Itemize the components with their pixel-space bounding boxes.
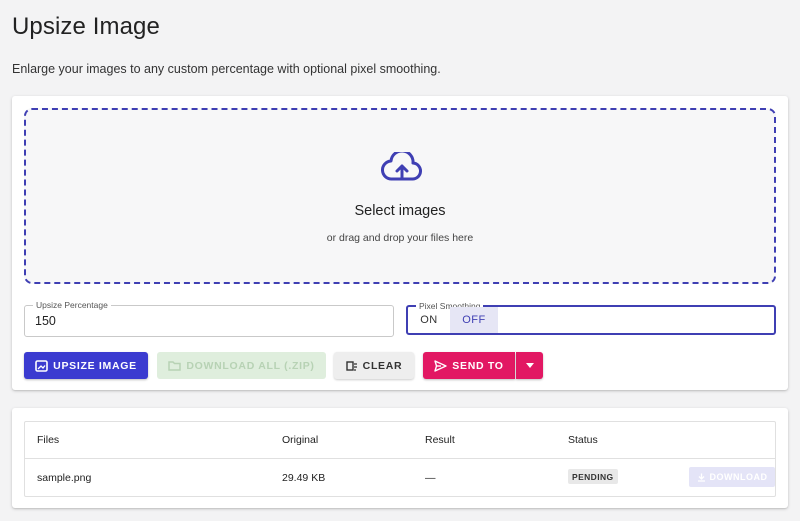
result-size: — [425, 472, 436, 484]
file-dropzone[interactable]: Select images or drag and drop your file… [24, 108, 776, 284]
files-card: Files Original Result Status sample.png … [12, 408, 788, 508]
cloud-upload-icon [381, 152, 423, 184]
download-label: DOWNLOAD [709, 472, 768, 482]
original-size: 29.49 KB [282, 472, 326, 484]
upsize-image-button[interactable]: UPSIZE IMAGE [24, 352, 148, 379]
upsize-percentage-field: Upsize Percentage [24, 299, 394, 337]
send-to-label: SEND TO [452, 359, 504, 372]
header-result: Result [425, 434, 455, 446]
clear-label: CLEAR [362, 359, 403, 372]
files-table: Files Original Result Status sample.png … [24, 421, 776, 497]
download-icon [697, 473, 706, 482]
folder-icon [168, 360, 182, 371]
clear-button[interactable]: CLEAR [334, 352, 414, 379]
header-original: Original [282, 434, 319, 446]
status-badge: PENDING [568, 469, 618, 484]
send-to-button[interactable]: SEND TO [423, 352, 515, 379]
download-all-button[interactable]: DOWNLOAD ALL (.ZIP) [157, 352, 326, 379]
smoothing-off-toggle[interactable]: OFF [450, 307, 498, 333]
caret-down-icon [525, 363, 534, 368]
send-to-dropdown-button[interactable] [516, 352, 543, 379]
dropzone-subtitle: or drag and drop your files here [326, 232, 474, 244]
table-header: Files Original Result Status [25, 422, 775, 459]
smoothing-on-toggle[interactable]: ON [408, 307, 450, 333]
upsize-percentage-input[interactable] [35, 314, 375, 328]
upsize-image-label: UPSIZE IMAGE [53, 359, 137, 372]
send-icon [434, 359, 447, 372]
download-button[interactable]: DOWNLOAD [689, 467, 775, 487]
image-icon [35, 359, 48, 372]
download-all-label: DOWNLOAD ALL (.ZIP) [186, 359, 315, 372]
file-name: sample.png [37, 472, 92, 484]
pixel-smoothing-field: Pixel Smoothing ON OFF [406, 300, 776, 335]
header-status: Status [568, 434, 598, 446]
page-subtitle: Enlarge your images to any custom percen… [12, 62, 441, 76]
upsize-percentage-label: Upsize Percentage [33, 299, 111, 311]
upload-card: Select images or drag and drop your file… [12, 96, 788, 390]
dropzone-title: Select images [354, 203, 446, 219]
page-title: Upsize Image [12, 13, 160, 40]
header-files: Files [37, 434, 60, 446]
clear-list-icon [345, 360, 358, 372]
